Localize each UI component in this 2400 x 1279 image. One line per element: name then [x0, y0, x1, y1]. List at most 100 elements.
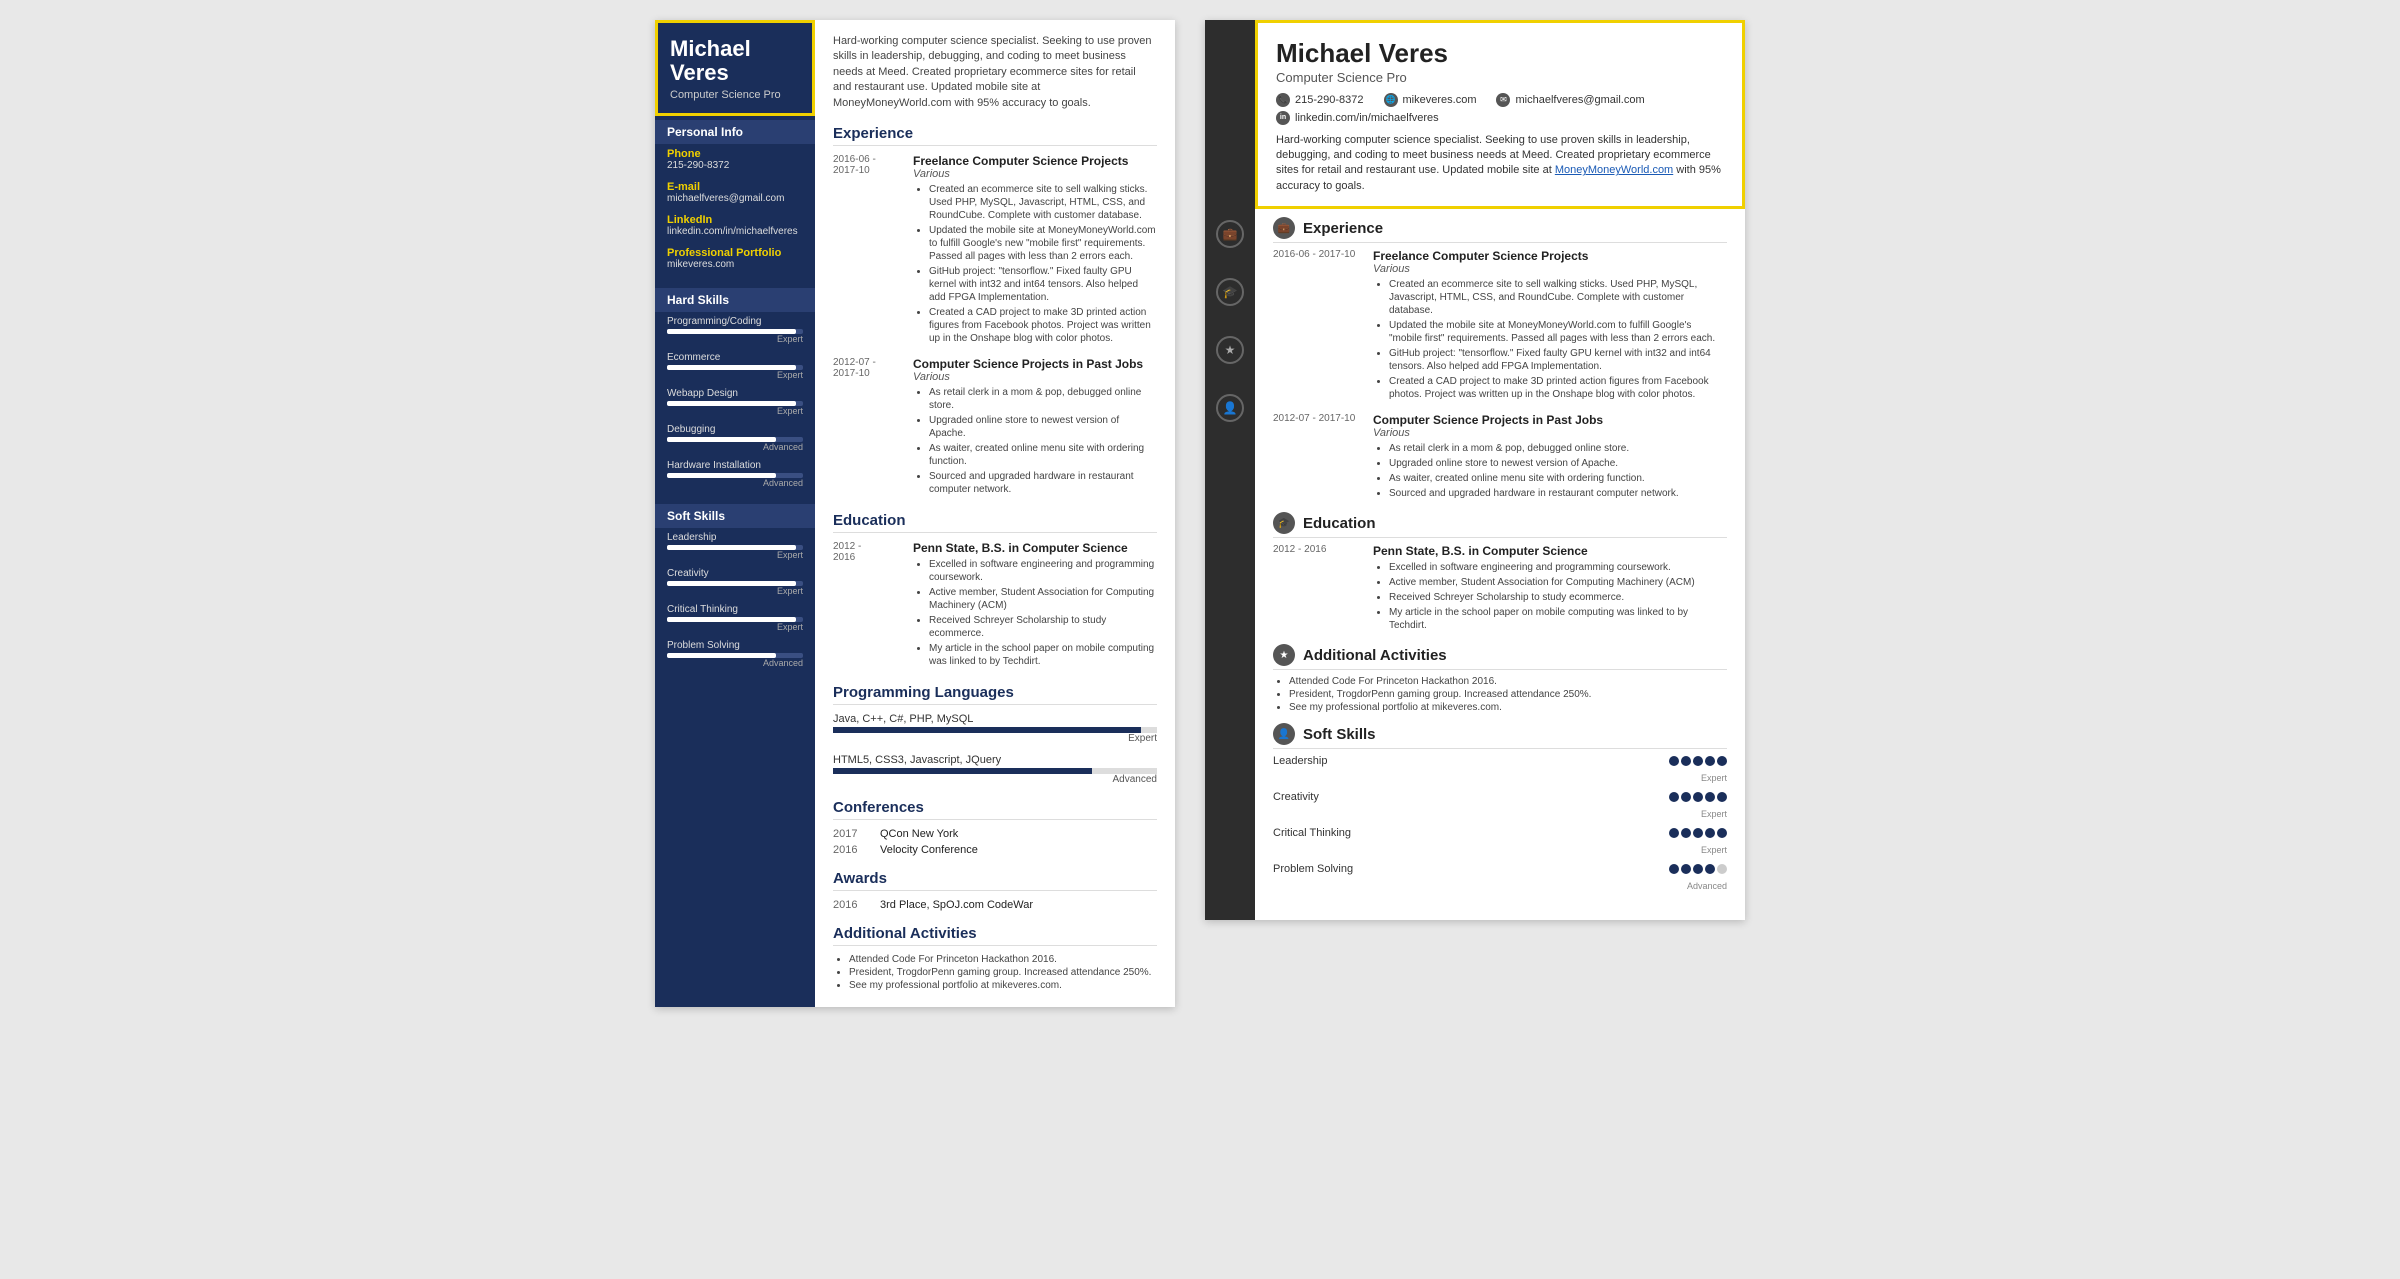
r2-exp-body: Freelance Computer Science Projects Vari… [1373, 249, 1727, 403]
sidebar-header: MichaelVeres Computer Science Pro [655, 20, 815, 116]
r2-exp-date: 2016-06 - 2017-10 [1273, 249, 1363, 403]
exp-bullet: Created an ecommerce site to sell walkin… [929, 183, 1157, 222]
resume-right-main: Michael Veres Computer Science Pro 📞 215… [1255, 20, 1745, 920]
exp-bullet: As retail clerk in a mom & pop, debugged… [929, 386, 1157, 412]
r2-soft-skill-block: Problem Solving Advanced [1273, 863, 1727, 891]
r2-title: Computer Science Pro [1276, 70, 1724, 85]
portfolio-item: Professional Portfolio mikeveres.com [667, 247, 803, 270]
exp-bullet: GitHub project: "tensorflow." Fixed faul… [929, 265, 1157, 304]
award-name: 3rd Place, SpOJ.com CodeWar [880, 899, 1033, 911]
r2-summary-link[interactable]: MoneyMoneyWorld.com [1555, 164, 1673, 176]
skill-dot [1681, 828, 1691, 838]
skill-dot [1681, 792, 1691, 802]
skill-name: Ecommerce [667, 352, 803, 363]
exp-bullet: Updated the mobile site at MoneyMoneyWor… [929, 224, 1157, 263]
skill-dot [1717, 792, 1727, 802]
personal-info-header: Personal Info [655, 120, 815, 144]
skill-level: Expert [667, 370, 803, 380]
activities-icon: ★ [1216, 336, 1244, 364]
r2-exp-bullet: Updated the mobile site at MoneyMoneyWor… [1389, 319, 1727, 345]
soft-skill-item: Leadership Expert [667, 532, 803, 560]
exp-bullet: As waiter, created online menu site with… [929, 442, 1157, 468]
r2-education-title: Education [1303, 515, 1376, 532]
r2-edu-bullet: Excelled in software engineering and pro… [1389, 561, 1727, 574]
r2-email-icon: ✉ [1496, 93, 1510, 107]
r2-education-list: 2012 - 2016 Penn State, B.S. in Computer… [1273, 544, 1727, 634]
skill-level: Advanced [667, 442, 803, 452]
r2-skill-name: Problem Solving [1273, 863, 1353, 875]
exp-subtitle: Various [913, 168, 1157, 180]
r2-soft-skill-block: Critical Thinking Expert [1273, 827, 1727, 855]
hard-skill-item: Debugging Advanced [667, 424, 803, 452]
r2-experience-section: 💼 Experience 2016-06 - 2017-10 Freelance… [1273, 217, 1727, 502]
exp-bullet: Created a CAD project to make 3D printed… [929, 306, 1157, 345]
exp-title: Freelance Computer Science Projects [913, 154, 1157, 168]
r2-edu-bullets: Excelled in software engineering and pro… [1373, 561, 1727, 632]
r2-activities-title: Additional Activities [1303, 647, 1447, 664]
resume-right: 💼 🎓 ★ 👤 Michael Veres Computer Science P… [1205, 20, 1745, 920]
email-value: michaelfveres@gmail.com [667, 193, 803, 204]
awards-list: 2016 3rd Place, SpOJ.com CodeWar [833, 899, 1157, 911]
exp-date: 2012-07 -2017-10 [833, 357, 908, 379]
conf-year: 2017 [833, 828, 868, 840]
r2-activity-item: President, TrogdorPenn gaming group. Inc… [1289, 689, 1727, 700]
r2-soft-skills-section-icon: 👤 [1273, 723, 1295, 745]
r2-exp-bullet: As retail clerk in a mom & pop, debugged… [1389, 442, 1727, 455]
lang-item: HTML5, CSS3, Javascript, JQuery Advanced [833, 754, 1157, 785]
skill-dot [1693, 864, 1703, 874]
hard-skill-item: Hardware Installation Advanced [667, 460, 803, 488]
r2-experience-list: 2016-06 - 2017-10 Freelance Computer Sci… [1273, 249, 1727, 502]
conf-year: 2016 [833, 844, 868, 856]
r2-dots [1669, 756, 1727, 766]
skill-dot [1669, 828, 1679, 838]
exp-bullet: Sourced and upgraded hardware in restaur… [929, 470, 1157, 496]
r2-exp-title: Computer Science Projects in Past Jobs [1373, 413, 1727, 427]
activities-section-title: Additional Activities [833, 925, 1157, 946]
conf-item: 2016 Velocity Conference [833, 844, 1157, 856]
exp-bullets: Created an ecommerce site to sell walkin… [913, 183, 1157, 345]
r2-exp-bullets: As retail clerk in a mom & pop, debugged… [1373, 442, 1727, 500]
r2-exp-bullet: As waiter, created online menu site with… [1389, 472, 1727, 485]
r2-exp-body: Computer Science Projects in Past Jobs V… [1373, 413, 1727, 502]
r2-linkedin-icon: in [1276, 111, 1290, 125]
r2-education-section: 🎓 Education 2012 - 2016 Penn State, B.S.… [1273, 512, 1727, 634]
r2-edu-bullet: Received Schreyer Scholarship to study e… [1389, 591, 1727, 604]
r2-soft-skills-list: Leadership Expert Creativity Expert Crit… [1273, 755, 1727, 891]
skill-level: Advanced [667, 658, 803, 668]
r2-body: 💼 Experience 2016-06 - 2017-10 Freelance… [1255, 209, 1745, 909]
hard-skill-item: Ecommerce Expert [667, 352, 803, 380]
skill-name: Webapp Design [667, 388, 803, 399]
r2-exp-bullet: Created an ecommerce site to sell walkin… [1389, 278, 1727, 317]
conf-name: QCon New York [880, 828, 958, 840]
r2-activities-header: ★ Additional Activities [1273, 644, 1727, 670]
skill-level: Expert [667, 586, 803, 596]
award-year: 2016 [833, 899, 868, 911]
skill-dot [1669, 864, 1679, 874]
r2-summary: Hard-working computer science specialist… [1276, 133, 1724, 195]
linkedin-label: LinkedIn [667, 214, 803, 226]
exp-body: Computer Science Projects in Past Jobs V… [913, 357, 1157, 496]
exp-subtitle: Various [913, 371, 1157, 383]
r2-edu-item: 2012 - 2016 Penn State, B.S. in Computer… [1273, 544, 1727, 634]
r2-skill-name: Creativity [1273, 791, 1319, 803]
email-item: E-mail michaelfveres@gmail.com [667, 181, 803, 204]
resume-left: MichaelVeres Computer Science Pro Person… [655, 20, 1175, 1007]
resume-title: Computer Science Pro [670, 89, 800, 101]
r2-skill-level: Advanced [1273, 881, 1727, 891]
exp-item: 2012-07 -2017-10 Computer Science Projec… [833, 357, 1157, 498]
conf-item: 2017 QCon New York [833, 828, 1157, 840]
phone-value: 215-290-8372 [667, 160, 803, 171]
skill-dot [1705, 792, 1715, 802]
linkedin-value: linkedin.com/in/michaelfveres [667, 226, 803, 237]
experience-section-title: Experience [833, 125, 1157, 146]
r2-contacts: 📞 215-290-8372 🌐 mikeveres.com ✉ michael… [1276, 93, 1724, 125]
r2-soft-skills-section: 👤 Soft Skills Leadership Expert Creativi… [1273, 723, 1727, 891]
r2-skill-name: Leadership [1273, 755, 1327, 767]
personal-info-content: Phone 215-290-8372 E-mail michaelfveres@… [655, 144, 815, 284]
r2-activity-item: See my professional portfolio at mikever… [1289, 702, 1727, 713]
soft-skills-content: Leadership Expert Creativity Expert Crit… [655, 528, 815, 680]
r2-education-header: 🎓 Education [1273, 512, 1727, 538]
soft-skills-icon: 👤 [1216, 394, 1244, 422]
r2-web-icon: 🌐 [1384, 93, 1398, 107]
hard-skills-content: Programming/Coding Expert Ecommerce Expe… [655, 312, 815, 500]
